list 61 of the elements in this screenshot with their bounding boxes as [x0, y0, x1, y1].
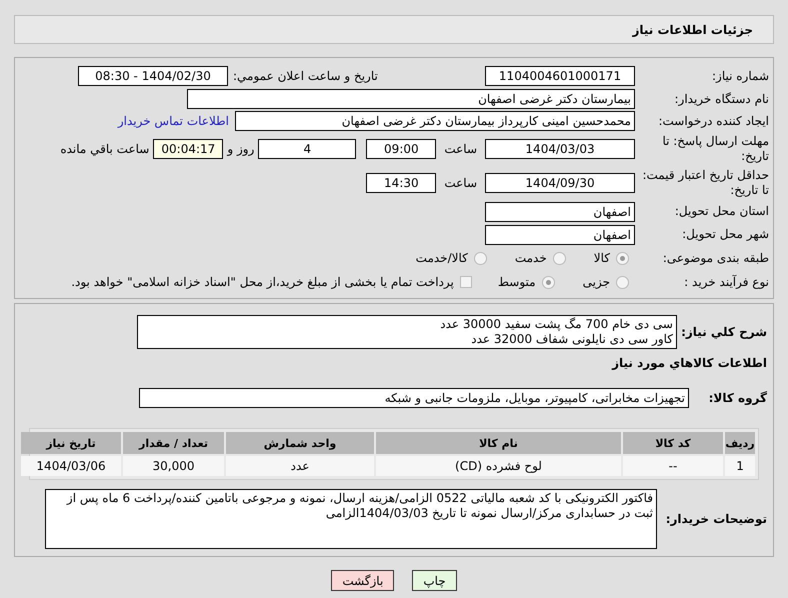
column-header: کد کالا: [623, 432, 723, 454]
radio-button[interactable]: [474, 252, 487, 264]
table-cell: 1: [725, 456, 755, 476]
section-title: اطلاعات کالاهاي مورد نياز: [612, 356, 767, 370]
radio-label: کالا: [594, 251, 610, 265]
notes-box[interactable]: فاکتور الکترونیکی با کد شعبه مالیاتی 0522 الزامی/هزینه ارسال، نمونه و مرجوعی باتامین کننده/پرداخت 6 ماه پس از ثبت در حسابداری مرکز/ارسال نمونه تا تاریخ 1404/03/03الزامی: [45, 489, 657, 549]
table-cell: --: [623, 456, 723, 476]
column-header: تعداد / مقدار: [123, 432, 224, 454]
radio-button[interactable]: [616, 252, 629, 264]
field-label: شماره نیاز:: [711, 68, 770, 84]
column-header: ردیف: [725, 432, 755, 454]
field-label: تاریخ و ساعت اعلان عمومي:: [233, 68, 379, 84]
text-field[interactable]: بیمارستان دکتر غرضی اصفهان: [187, 89, 635, 109]
text-field[interactable]: 1404/02/30 - 08:30: [78, 66, 228, 86]
column-header: واحد شمارش: [226, 432, 374, 454]
page-title: جزئیات اطلاعات نیاز: [632, 22, 753, 36]
radio-label: جزیی: [582, 275, 610, 289]
text-field[interactable]: 1404/03/03: [485, 139, 635, 159]
radio-label: متوسط: [498, 275, 536, 289]
column-header: تاریخ نیاز: [21, 432, 121, 454]
text-field[interactable]: تجهیزات مخابراتی، کامپیوتر، موبایل، ملزومات جانبی و شبکه: [139, 388, 689, 408]
back-button[interactable]: بازگشت: [331, 570, 394, 591]
checkbox-label: پرداخت تمام یا بخشی از مبلغ خرید،از محل "اسناد خزانه اسلامی" خواهد بود.: [71, 275, 454, 289]
field-label: توضیحات خریدار:: [666, 512, 767, 526]
text-field[interactable]: 1104004601000171: [485, 66, 635, 86]
remaining-label: ساعت باقي مانده: [60, 142, 150, 156]
table-cell: لوح فشرده (CD): [376, 456, 621, 476]
checkbox[interactable]: [460, 276, 472, 288]
radio-label: کالا/خدمت: [416, 251, 468, 265]
contact-link[interactable]: اطلاعات تماس خریدار: [118, 114, 229, 128]
summary-box[interactable]: سی دی خام 700 مگ پشت سفید 30000 عدد کاور سی دی نایلونی شفاف 32000 عدد: [137, 315, 677, 349]
field-label: گروه کالا:: [708, 390, 767, 404]
field-label: مهلت ارسال پاسخ: تا تاریخ:: [661, 134, 770, 164]
time-label: ساعت: [444, 142, 477, 156]
text-field[interactable]: 14:30: [366, 173, 436, 193]
radio-button[interactable]: [616, 276, 629, 288]
text-field[interactable]: 09:00: [366, 139, 436, 159]
days-label: روز و: [227, 142, 254, 156]
table-cell: 30,000: [123, 456, 224, 476]
field-label: نوع فرآیند خرید :: [683, 274, 770, 290]
text-field[interactable]: 4: [258, 139, 356, 159]
field-label: شهر محل تحویل:: [681, 227, 770, 242]
field-label: طبقه بندی موضوعی:: [662, 250, 770, 266]
text-field[interactable]: 00:04:17: [153, 139, 224, 159]
radio-label: خدمت: [514, 251, 547, 265]
column-header: نام کالا: [376, 432, 621, 454]
field-label: ایجاد کننده درخواست:: [657, 114, 770, 128]
text-field[interactable]: 1404/09/30: [485, 173, 635, 193]
radio-button[interactable]: [542, 276, 555, 288]
field-label: حداقل تاریخ اعتبار قیمت: تا تاریخ:: [641, 168, 770, 198]
radio-button[interactable]: [552, 252, 566, 264]
field-label: استان محل تحویل:: [674, 204, 770, 219]
field-label: شرح کلي نياز:: [681, 324, 767, 338]
text-field[interactable]: محمدحسین امینی کارپرداز بیمارستان دکتر غرضی اصفهان: [235, 111, 635, 131]
table-cell: عدد: [226, 456, 374, 476]
text-field[interactable]: اصفهان: [485, 202, 635, 222]
field-label: نام دستگاه خریدار:: [674, 92, 770, 106]
text-field[interactable]: اصفهان: [485, 224, 635, 244]
time-label: ساعت: [444, 176, 477, 190]
table-cell: 1404/03/06: [21, 456, 121, 476]
print-button[interactable]: چاپ: [412, 570, 457, 591]
